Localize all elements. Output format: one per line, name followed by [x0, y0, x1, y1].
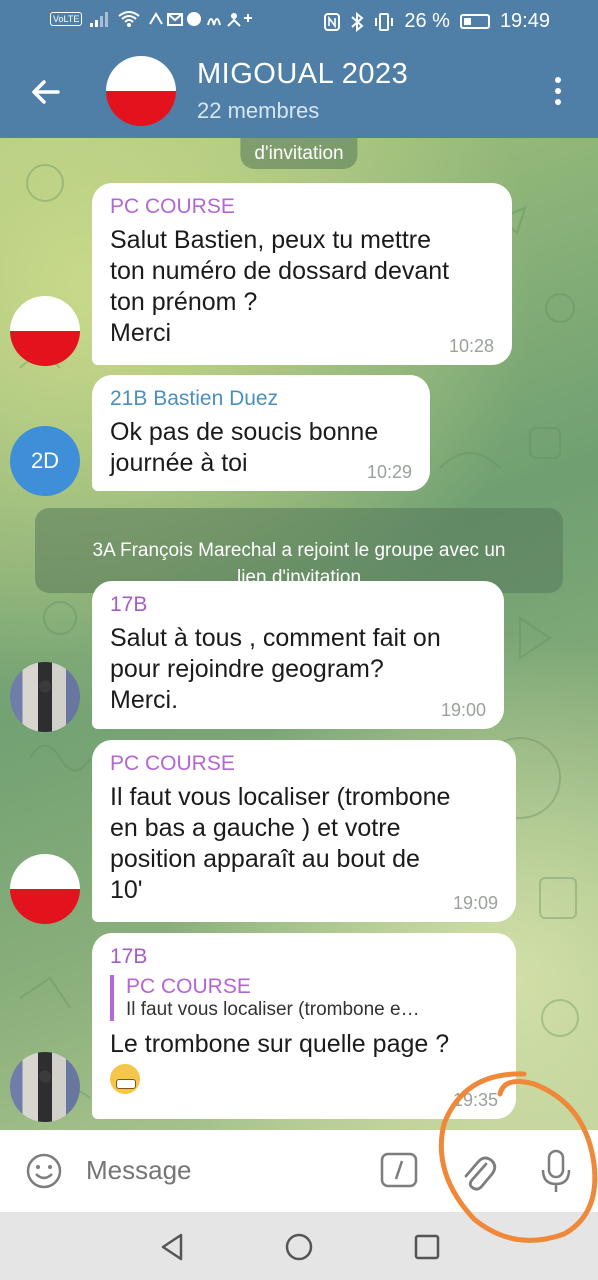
- vibrate-icon: [375, 12, 394, 31]
- message-time: 19:35: [452, 1090, 498, 1110]
- status-time: 19:49: [499, 10, 550, 32]
- message-time: 19:00: [440, 700, 486, 720]
- system-nav-bar: [0, 1212, 598, 1280]
- battery-percent: 26 %: [404, 10, 450, 32]
- member-count: 22 membres: [197, 98, 320, 123]
- reply-text: Il faut vous localiser (trombone e…: [126, 999, 420, 1020]
- message-sender[interactable]: 17B: [110, 945, 498, 969]
- sender-avatar-photo[interactable]: [10, 1052, 80, 1122]
- sender-avatar[interactable]: 2D: [10, 426, 80, 496]
- message-time: 10:28: [448, 336, 494, 356]
- notification-icons: [149, 12, 253, 27]
- nav-home-icon[interactable]: [282, 1230, 316, 1264]
- message-text: Salut à tous , comment fait on pour rejo…: [110, 624, 441, 714]
- battery-icon: [459, 14, 490, 29]
- chat-header: MIGOUAL 2023 22 membres: [0, 44, 598, 138]
- message-bubble[interactable]: PC COURSE Il faut vous localiser (trombo…: [92, 740, 516, 922]
- grimacing-emoji-icon: [110, 1064, 140, 1094]
- signal-icon: [90, 12, 109, 27]
- message-time: 10:29: [366, 462, 412, 482]
- message-text: Salut Bastien, peux tu mettre ton numéro…: [110, 226, 450, 347]
- message-input-bar: [0, 1130, 598, 1212]
- wifi-icon: [118, 11, 140, 27]
- nfc-icon: [324, 12, 341, 31]
- message-text: Il faut vous localiser (trombone en bas …: [110, 783, 451, 904]
- emoji-icon[interactable]: [25, 1152, 63, 1190]
- message-text: Le trombone sur quelle page ?: [110, 1030, 450, 1058]
- message-sender[interactable]: 17B: [110, 593, 486, 617]
- volte-badge: VoLTE: [50, 12, 83, 26]
- message-sender[interactable]: PC COURSE: [110, 195, 494, 219]
- reply-sender: PC COURSE: [126, 975, 251, 998]
- message-list[interactable]: d'invitation PC COURSE Salut Bastien, pe…: [0, 138, 598, 1130]
- status-bar: VoLTE 26 % 19:49: [0, 0, 598, 44]
- message-input[interactable]: [84, 1154, 358, 1187]
- group-avatar[interactable]: [106, 56, 176, 126]
- message-time: 19:09: [452, 893, 498, 913]
- service-text-top: d'invitation: [254, 143, 344, 164]
- message-sender[interactable]: PC COURSE: [110, 752, 498, 776]
- avatar-initials: 2D: [30, 448, 60, 473]
- sender-avatar-photo[interactable]: [10, 662, 80, 732]
- bluetooth-icon: [351, 11, 364, 32]
- nav-recent-apps-icon[interactable]: [410, 1230, 444, 1264]
- status-left: VoLTE: [50, 10, 258, 28]
- reply-quote[interactable]: PC COURSE Il faut vous localiser (trombo…: [110, 975, 498, 1021]
- sender-avatar[interactable]: [10, 854, 80, 924]
- message-bubble[interactable]: 21B Bastien Duez Ok pas de soucis bonne …: [92, 375, 430, 491]
- group-title[interactable]: MIGOUAL 2023: [197, 58, 408, 91]
- bot-commands-icon[interactable]: [380, 1152, 418, 1188]
- message-sender[interactable]: 21B Bastien Duez: [110, 387, 412, 411]
- microphone-icon[interactable]: [538, 1148, 574, 1196]
- status-right: 26 % 19:49: [324, 10, 550, 33]
- back-arrow-icon[interactable]: [28, 74, 64, 110]
- sender-avatar[interactable]: [10, 296, 80, 366]
- message-bubble[interactable]: 17B Salut à tous , comment fait on pour …: [92, 581, 504, 729]
- service-message-invite: d'invitation: [240, 138, 358, 169]
- message-bubble[interactable]: 17B PC COURSE Il faut vous localiser (tr…: [92, 933, 516, 1119]
- nav-back-icon[interactable]: [155, 1230, 189, 1264]
- paperclip-attach-icon[interactable]: [458, 1150, 498, 1194]
- more-menu-icon[interactable]: [548, 74, 568, 110]
- message-bubble[interactable]: PC COURSE Salut Bastien, peux tu mettre …: [92, 183, 512, 365]
